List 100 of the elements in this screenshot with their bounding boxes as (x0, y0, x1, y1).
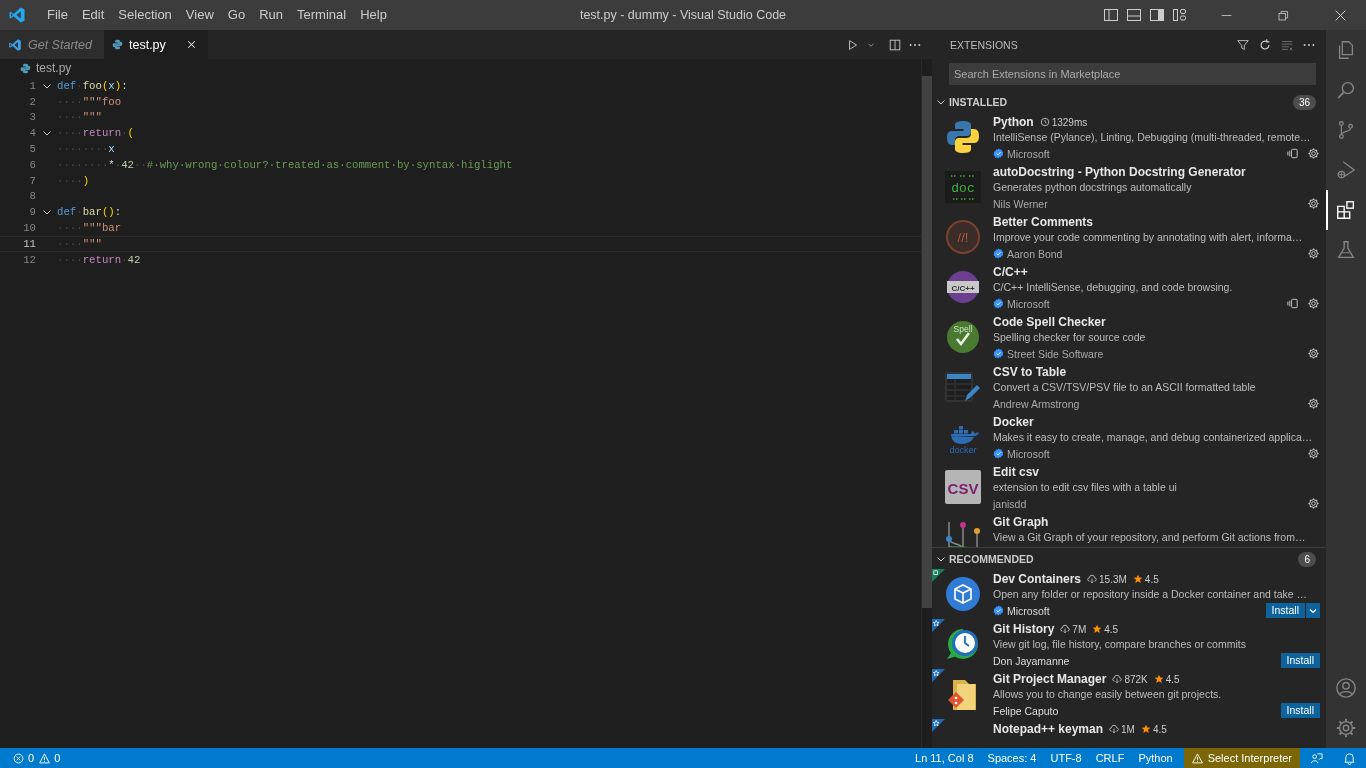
line-number: 7 (28, 174, 36, 187)
extension-item[interactable]: doc autoDocstring - Python Docstring Generator Generates python docstrings automatically Nils Werner (932, 162, 1326, 212)
publisher-name: Aaron Bond (1007, 247, 1063, 260)
split-editor-icon[interactable] (888, 37, 902, 52)
install-button[interactable]: Install (1280, 703, 1320, 718)
menu-item[interactable]: Run (252, 0, 290, 30)
extension-item[interactable]: Python 1329ms IntelliSense (Pylance), Linting, Debugging (multi-threaded, remote… Microsoft (932, 112, 1326, 162)
settings-icon[interactable] (1307, 147, 1320, 160)
extension-name: Notepad++ keyman (993, 722, 1104, 736)
status-item[interactable]: Python (1131, 752, 1180, 764)
sidebar-layout-icon[interactable] (1149, 7, 1165, 23)
menu-item[interactable]: Edit (74, 0, 112, 30)
close-icon[interactable] (1334, 8, 1347, 22)
status-item[interactable]: CRLF (1088, 752, 1132, 764)
menu-item[interactable]: File (40, 0, 75, 30)
search-icon (1335, 79, 1357, 101)
extension-item[interactable]: CSV to Table Convert a CSV/TSV/PSV file to an ASCII formatted table Andrew Armstrong (932, 362, 1326, 412)
editor-tab[interactable]: test.py (104, 30, 208, 59)
line-number: 3 (28, 111, 36, 124)
refresh-icon[interactable] (1258, 37, 1272, 52)
extension-logo-icon (944, 626, 981, 662)
extension-item[interactable]: Git Graph View a Git Graph of your repository, and perform Git actions from… (932, 512, 1326, 547)
search-field[interactable]: Search Extensions in Marketplace (949, 63, 1316, 85)
warning-count: 0 (54, 752, 61, 764)
line-number: 9 (28, 206, 36, 219)
extension-item[interactable]: C/C++ C/C++ C/C++ IntelliSense, debugging, and code browsing. Microsoft (932, 262, 1326, 312)
install-options-button[interactable] (1306, 603, 1320, 618)
extension-item[interactable]: Dev Containers 15.3M 4.5 Open any folder or repository inside a Docker container and take … Microsoft Install (932, 569, 1326, 619)
select-interpreter-button[interactable]: Select Interpreter (1183, 748, 1300, 768)
menu-item[interactable]: Help (353, 0, 394, 30)
error-icon (13, 752, 24, 764)
account-icon[interactable] (1335, 677, 1357, 699)
filter-icon[interactable] (1236, 37, 1250, 52)
publisher-name: Don Jayamanne (993, 654, 1070, 667)
publisher-name: janisdd (993, 497, 1027, 510)
extension-item[interactable]: //! Better Comments Improve your code commenting by annotating with alert, informa… Aaron Bond (932, 212, 1326, 262)
remote-icon[interactable] (1286, 147, 1299, 160)
extension-description: IntelliSense (Pylance), Linting, Debugging (multi-threaded, remote… (993, 130, 1312, 145)
feedback-icon[interactable] (1310, 751, 1323, 765)
extension-description: Makes it easy to create, manage, and debug containerized applica… (993, 430, 1314, 445)
extension-item[interactable]: Git Project Manager 872K 4.5 Allows you to change easily between git projects. Felipe Caputo Install (932, 669, 1326, 719)
settings-icon[interactable] (1307, 297, 1320, 310)
extension-item[interactable]: Spell Code Spell Checker Spelling checker for source code Street Side Software (932, 312, 1326, 362)
breadcrumb[interactable]: test.py (36, 61, 72, 75)
menu-item[interactable]: Selection (111, 0, 179, 30)
publisher-name: Felipe Caputo (993, 704, 1059, 717)
extension-description: Allows you to change easily between git projects. (993, 687, 1223, 702)
layout-icon[interactable] (1103, 7, 1119, 23)
publisher-name: Microsoft (1007, 297, 1050, 310)
settings-icon[interactable] (1307, 197, 1320, 210)
publisher-name: Microsoft (1007, 147, 1050, 160)
editor-tab[interactable]: Get Started (0, 30, 104, 59)
section-title[interactable]: INSTALLED (949, 96, 1008, 108)
extension-name: Python (993, 115, 1034, 129)
menu-item[interactable]: View (178, 0, 221, 30)
extension-description: Convert a CSV/TSV/PSV file to an ASCII formatted table (993, 380, 1257, 395)
flask-icon (1335, 239, 1357, 261)
warning-icon (1191, 752, 1203, 764)
settings-icon[interactable] (1307, 397, 1320, 410)
settings-icon[interactable] (1307, 347, 1320, 360)
extension-description: Improve your code commenting by annotating with alert, informa… (993, 230, 1304, 245)
cloud-download-icon (1060, 624, 1071, 634)
extension-logo-icon (944, 576, 981, 612)
status-item[interactable]: UTF-8 (1043, 752, 1089, 764)
settings-icon[interactable] (1307, 497, 1320, 510)
extension-item[interactable]: Notepad++ keyman 1M 4.5 (932, 719, 1326, 737)
menu-item[interactable]: Terminal (290, 0, 354, 30)
remote-icon[interactable] (1286, 297, 1299, 310)
run-debug-icon (1335, 159, 1357, 181)
code-line: ····return·42 (57, 253, 141, 266)
menu-item[interactable]: Go (220, 0, 253, 30)
chevron-icon[interactable] (936, 97, 946, 107)
extension-item[interactable]: Git History 7M 4.5 View git log, file history, compare branches or commits Don Jayamanne Install (932, 619, 1326, 669)
install-button[interactable]: Install (1265, 603, 1306, 618)
bell-icon[interactable] (1343, 751, 1356, 765)
extension-item[interactable]: CSV Edit csv extension to edit csv files with a table ui janisdd (932, 462, 1326, 512)
rating: 4.5 (1165, 673, 1180, 685)
code-line: def·bar(): (57, 206, 122, 219)
extension-item[interactable]: docker Docker Makes it easy to create, manage, and debug containerized applica… Microsoft (932, 412, 1326, 462)
clock-icon (1039, 117, 1050, 127)
close-icon[interactable] (185, 38, 198, 51)
scrollbar-thumb[interactable] (922, 76, 932, 608)
problems-status[interactable]: 0 0 (0, 748, 72, 768)
panel-layout-icon[interactable] (1126, 7, 1142, 23)
extension-description: View git log, file history, compare branches or commits (993, 637, 1247, 652)
customize-layout-icon[interactable] (1172, 7, 1188, 23)
status-item[interactable]: Spaces: 4 (980, 752, 1044, 764)
settings-icon[interactable] (1307, 447, 1320, 460)
chevron-icon[interactable] (936, 554, 946, 564)
extension-logo-icon: doc (944, 169, 981, 205)
download-count: 872K (1124, 673, 1148, 685)
count-badge: 6 (1298, 551, 1316, 567)
section-title[interactable]: RECOMMENDED (949, 553, 1034, 565)
status-item[interactable]: Ln 11, Col 8 (908, 752, 981, 764)
ribbon-icon (932, 669, 945, 682)
run-icon[interactable] (846, 37, 860, 52)
extension-logo-icon: CSV (944, 469, 981, 505)
settings-icon[interactable] (1307, 247, 1320, 260)
restore-icon[interactable] (1277, 8, 1290, 22)
install-button[interactable]: Install (1280, 653, 1320, 668)
